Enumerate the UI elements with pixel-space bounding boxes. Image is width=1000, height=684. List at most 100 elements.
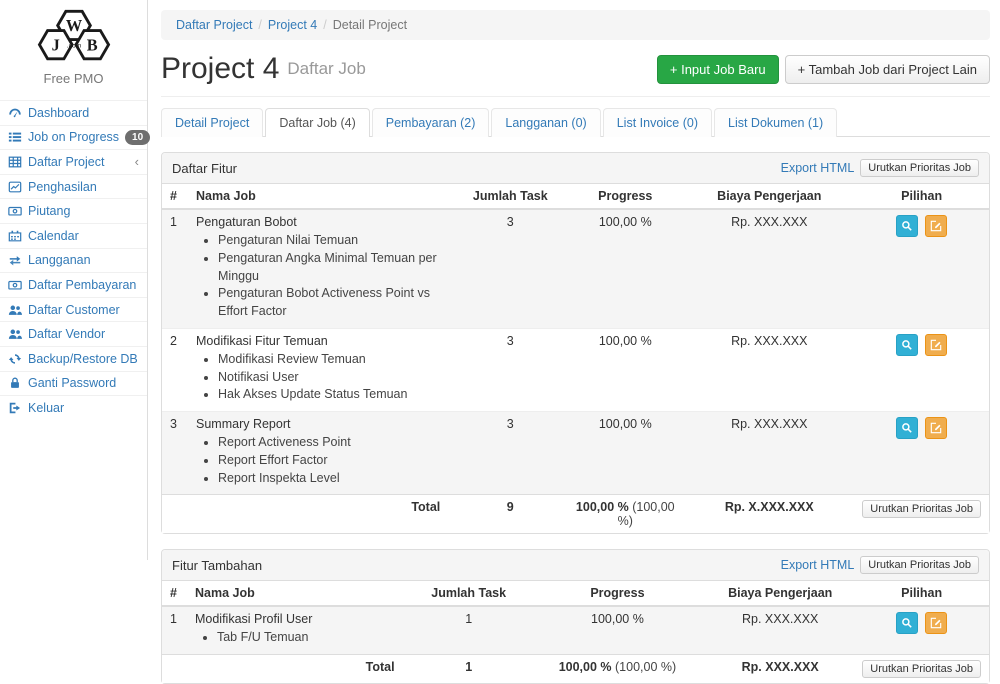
- panel-title: Fitur Tambahan: [172, 558, 262, 573]
- job-subtask: Tab F/U Temuan: [217, 629, 401, 647]
- col-nama-job: Nama Job: [187, 581, 409, 606]
- breadcrumb-daftar-project[interactable]: Daftar Project: [176, 18, 252, 32]
- table-row: 1 Modifikasi Profil User Tab F/U Temuan …: [162, 606, 989, 654]
- task-list-icon: [8, 130, 22, 144]
- total-actions: Urutkan Prioritas Job: [854, 655, 989, 684]
- dashboard-icon: [8, 106, 22, 120]
- job-subtask: Report Effort Factor: [218, 452, 446, 470]
- job-subtask: Pengaturan Nilai Temuan: [218, 232, 446, 250]
- total-progress: 100,00 % (100,00 %): [529, 655, 706, 684]
- input-job-baru-button[interactable]: + Input Job Baru: [657, 55, 779, 84]
- row-actions: [854, 606, 989, 654]
- row-actions: [854, 412, 989, 495]
- edit-job-button[interactable]: [925, 417, 947, 439]
- row-progress: 100,00 %: [566, 209, 684, 328]
- tab-list-invoice[interactable]: List Invoice (0): [603, 108, 712, 137]
- export-html-link[interactable]: Export HTML: [781, 161, 855, 175]
- job-subtask: Hak Akses Update Status Temuan: [218, 386, 446, 404]
- job-name: Summary Report: [196, 417, 446, 431]
- breadcrumb-separator: /: [258, 18, 261, 32]
- calendar-icon: [8, 229, 22, 243]
- view-job-button[interactable]: [896, 215, 918, 237]
- edit-icon: [930, 339, 942, 351]
- row-tasks: 3: [454, 328, 566, 411]
- table-row: 2 Modifikasi Fitur Temuan Modifikasi Rev…: [162, 328, 989, 411]
- edit-job-button[interactable]: [925, 334, 947, 356]
- breadcrumb-current: Detail Project: [333, 18, 407, 32]
- breadcrumb: Daftar Project/Project 4/Detail Project: [161, 10, 990, 40]
- row-name-cell: Modifikasi Profil User Tab F/U Temuan: [187, 606, 409, 654]
- daftar-fitur-table: # Nama Job Jumlah Task Progress Biaya Pe…: [162, 184, 989, 533]
- urutkan-prioritas-job-button[interactable]: Urutkan Prioritas Job: [862, 660, 981, 678]
- row-actions: [854, 328, 989, 411]
- col-nama-job: Nama Job: [188, 184, 454, 209]
- total-progress: 100,00 % (100,00 %): [566, 495, 684, 534]
- sidebar-item-daftar-customer[interactable]: Daftar Customer: [0, 297, 147, 322]
- sidebar-item-label: Daftar Project: [28, 155, 104, 169]
- panel-daftar-fitur: Daftar Fitur Export HTML Urutkan Priorit…: [161, 152, 990, 534]
- col-biaya-pengerjaan: Biaya Pengerjaan: [684, 184, 854, 209]
- sidebar-item-ganti-password[interactable]: Ganti Password: [0, 371, 147, 396]
- breadcrumb-project-4[interactable]: Project 4: [268, 18, 317, 32]
- sidebar-item-keluar[interactable]: Keluar: [0, 395, 147, 420]
- export-html-link[interactable]: Export HTML: [781, 558, 855, 572]
- view-job-button[interactable]: [896, 334, 918, 356]
- total-cost: Rp. XXX.XXX: [706, 655, 854, 684]
- urutkan-prioritas-job-button[interactable]: Urutkan Prioritas Job: [862, 500, 981, 518]
- brand-name: Free PMO: [0, 71, 147, 94]
- view-job-button[interactable]: [896, 612, 918, 634]
- sidebar-item-calendar[interactable]: Calendar: [0, 223, 147, 248]
- tab-daftar-job[interactable]: Daftar Job (4): [265, 108, 369, 137]
- search-icon: [901, 617, 913, 629]
- col-progress: Progress: [529, 581, 706, 606]
- tab-langganan[interactable]: Langganan (0): [491, 108, 600, 137]
- line-chart-icon: [8, 180, 22, 194]
- urutkan-prioritas-job-button[interactable]: Urutkan Prioritas Job: [860, 159, 979, 177]
- tambah-job-dari-project-lain-button[interactable]: + Tambah Job dari Project Lain: [785, 55, 990, 84]
- row-actions: [854, 209, 989, 328]
- row-tasks: 3: [454, 209, 566, 328]
- users-icon: [8, 303, 22, 317]
- sidebar-item-daftar-project[interactable]: Daftar Project ‹: [0, 149, 147, 174]
- tab-pembayaran[interactable]: Pembayaran (2): [372, 108, 490, 137]
- edit-job-button[interactable]: [925, 612, 947, 634]
- sidebar-item-daftar-pembayaran[interactable]: Daftar Pembayaran: [0, 272, 147, 297]
- view-job-button[interactable]: [896, 417, 918, 439]
- exchange-icon: [8, 253, 22, 267]
- row-progress: 100,00 %: [566, 412, 684, 495]
- total-row: Total 1 100,00 % (100,00 %) Rp. XXX.XXX …: [162, 655, 989, 684]
- search-icon: [901, 422, 913, 434]
- edit-icon: [930, 422, 942, 434]
- col-jumlah-task: Jumlah Task: [409, 581, 529, 606]
- tab-list-dokumen[interactable]: List Dokumen (1): [714, 108, 837, 137]
- urutkan-prioritas-job-button[interactable]: Urutkan Prioritas Job: [860, 556, 979, 574]
- panel-fitur-tambahan: Fitur Tambahan Export HTML Urutkan Prior…: [161, 549, 990, 684]
- sign-out-icon: [8, 401, 22, 415]
- sidebar-item-dashboard[interactable]: Dashboard: [0, 100, 147, 125]
- sidebar-item-piutang[interactable]: Piutang: [0, 198, 147, 223]
- page-title: Project 4: [161, 52, 279, 86]
- table-row: 1 Pengaturan Bobot Pengaturan Nilai Temu…: [162, 209, 989, 328]
- total-tasks: 9: [454, 495, 566, 534]
- search-icon: [901, 339, 913, 351]
- job-subtask: Modifikasi Review Temuan: [218, 351, 446, 369]
- sidebar-item-label: Daftar Pembayaran: [28, 278, 136, 292]
- sidebar-item-daftar-vendor[interactable]: Daftar Vendor: [0, 321, 147, 346]
- total-cost: Rp. X.XXX.XXX: [684, 495, 854, 534]
- job-count-badge: 10: [125, 130, 150, 145]
- row-num: 3: [162, 412, 188, 495]
- col-pilihan: Pilihan: [854, 581, 989, 606]
- sidebar-item-backup-restore[interactable]: Backup/Restore DB: [0, 346, 147, 371]
- sidebar: W J B .com Free PMO Dashboard Job on Pro…: [0, 0, 148, 560]
- row-cost: Rp. XXX.XXX: [684, 412, 854, 495]
- sidebar-item-langganan[interactable]: Langganan: [0, 248, 147, 273]
- total-tasks: 1: [409, 655, 529, 684]
- row-name-cell: Modifikasi Fitur Temuan Modifikasi Revie…: [188, 328, 454, 411]
- sidebar-item-job-on-progress[interactable]: Job on Progress 10: [0, 125, 147, 150]
- edit-job-button[interactable]: [925, 215, 947, 237]
- sidebar-item-penghasilan[interactable]: Penghasilan: [0, 174, 147, 199]
- app-logo: W J B .com Free PMO: [0, 0, 147, 100]
- job-name: Pengaturan Bobot: [196, 215, 446, 229]
- total-label: Total: [187, 655, 409, 684]
- tab-detail-project[interactable]: Detail Project: [161, 108, 263, 137]
